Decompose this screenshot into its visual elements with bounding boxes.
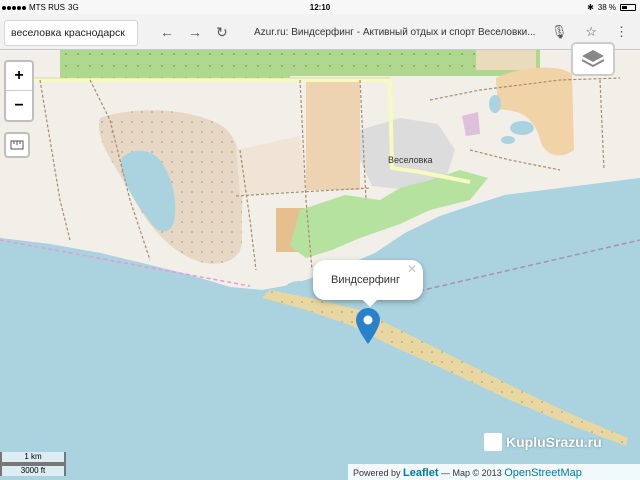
map-attribution: Powered by Leaflet — Map © 2013 OpenStre… — [348, 464, 640, 480]
village-label: Веселовка — [388, 155, 433, 165]
leaflet-link[interactable]: Leaflet — [403, 467, 438, 479]
popup-tip — [361, 298, 379, 307]
popup-text: Виндсерфинг — [331, 274, 400, 286]
back-arrow-icon[interactable]: ← — [160, 24, 174, 41]
status-time: 12:10 — [309, 3, 331, 12]
star-icon[interactable]: ☆ — [585, 24, 597, 40]
map-copyright: — Map © 2013 — [441, 468, 502, 478]
menu-icon[interactable]: ⋮ — [615, 24, 628, 40]
page-title[interactable]: Azur.ru: Виндсерфинг - Активный отдых и … — [254, 27, 536, 38]
marker-dot — [363, 315, 373, 325]
status-right: ✱ 38 % — [587, 3, 636, 12]
measure-button[interactable] — [4, 132, 30, 158]
voice-search-icon[interactable]: 🎙 — [551, 24, 568, 40]
pond — [510, 121, 534, 135]
browser-toolbar: веселовка краснодарск ← → ↻ Azur.ru: Вин… — [0, 14, 640, 50]
battery-icon — [620, 4, 636, 11]
pond — [501, 136, 515, 144]
popup-close-icon[interactable]: ✕ — [407, 262, 417, 276]
scale-bar: 1 km 3000 ft — [0, 452, 66, 476]
toolbar-right-icons: 🎙 ☆ ⋮ — [551, 24, 628, 40]
battery-percent: 38 % — [597, 3, 616, 12]
search-tab[interactable]: веселовка краснодарск — [4, 20, 138, 46]
layers-icon — [581, 50, 605, 68]
zoom-control: + − — [4, 60, 34, 122]
field-strip — [60, 50, 290, 80]
status-bar: MTS RUS 3G 12:10 ✱ 38 % — [0, 0, 640, 14]
field — [306, 80, 360, 190]
pond — [489, 95, 501, 113]
watermark-text: KupluSrazu.ru — [506, 434, 602, 450]
layers-button[interactable] — [571, 42, 615, 76]
zoom-in-button[interactable]: + — [6, 62, 32, 91]
watermark: KupluSrazu.ru — [484, 433, 602, 451]
map-popup: Виндсерфинг ✕ — [313, 260, 423, 300]
forward-arrow-icon[interactable]: → — [188, 24, 202, 41]
scale-km: 1 km — [0, 452, 66, 464]
map-canvas[interactable]: Веселовка — [0, 0, 640, 480]
ruler-icon — [10, 140, 24, 150]
reload-icon[interactable]: ↻ — [216, 24, 228, 41]
nav-icons: ← → ↻ — [160, 24, 228, 41]
bluetooth-icon: ✱ — [587, 3, 594, 12]
osm-link[interactable]: OpenStreetMap — [504, 467, 582, 479]
powered-by-text: Powered by — [353, 468, 401, 478]
zoom-out-button[interactable]: − — [6, 91, 32, 120]
watermark-logo-icon — [484, 433, 502, 451]
scale-ft: 3000 ft — [0, 464, 66, 476]
field-patch — [476, 50, 536, 70]
